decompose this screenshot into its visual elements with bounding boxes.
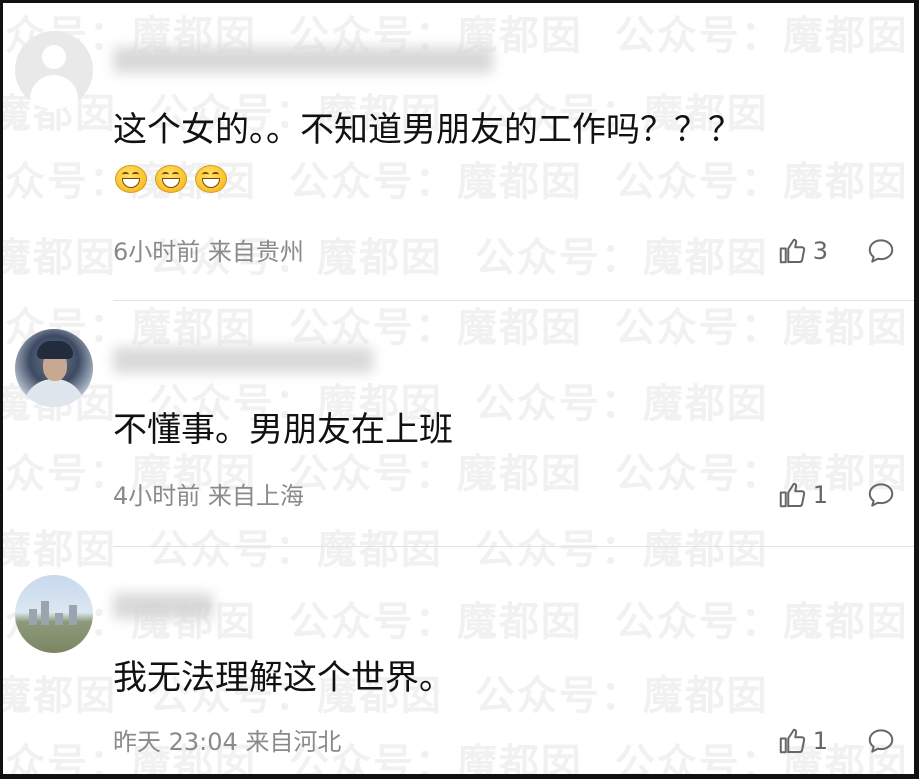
comment-meta: 4小时前 来自上海	[113, 481, 304, 511]
like-button[interactable]: 1	[777, 480, 828, 510]
comment-location: 来自上海	[207, 482, 304, 510]
comment-location: 来自河北	[245, 728, 342, 756]
comment-divider	[113, 300, 914, 301]
sweat-smile-emoji-icon: ???	[193, 159, 229, 193]
comment-location: 来自贵州	[207, 238, 304, 266]
avatar-building-shape	[29, 609, 37, 625]
like-count: 1	[812, 727, 828, 755]
avatar-head-shape	[42, 45, 66, 69]
avatar-hair-shape	[37, 341, 73, 359]
comment-divider	[113, 546, 914, 547]
like-button[interactable]: 3	[777, 236, 828, 266]
sweat-smile-emoji-icon: ???	[153, 159, 189, 193]
comment-meta: 6小时前 来自贵州	[113, 237, 304, 267]
comment-time: 6小时前	[113, 238, 201, 266]
avatar[interactable]	[15, 575, 93, 653]
comment-screenshot-frame: 公众号：魔都囡 公众号：魔都囡 公众号：魔都囡 公众号：魔都囡 公众号：魔都囡 …	[0, 0, 919, 779]
like-count: 3	[812, 237, 828, 265]
comment-actions: 1	[777, 479, 896, 511]
avatar-building-shape	[69, 605, 77, 625]
thumbs-up-icon	[779, 482, 805, 508]
comment-time: 昨天 23:04	[113, 728, 238, 756]
comment-bubble-icon[interactable]	[866, 236, 896, 266]
thumbs-up-icon	[779, 728, 805, 754]
thumbs-up-icon	[779, 238, 805, 264]
comment-text: 我无法理解这个世界。	[113, 658, 453, 698]
avatar-building-shape	[41, 601, 49, 625]
avatar-building-shape	[55, 613, 63, 625]
avatar-robe-shape	[23, 379, 85, 407]
comment-bubble-icon[interactable]	[866, 726, 896, 756]
comment-text: 这个女的。。不知道男朋友的工作吗？？？	[113, 110, 742, 150]
comment-bubble-icon[interactable]	[866, 480, 896, 510]
comment-meta: 昨天 23:04 来自河北	[113, 727, 341, 757]
username-redacted[interactable]	[113, 47, 493, 73]
comment-text: 不懂事。男朋友在上班	[113, 410, 453, 450]
avatar[interactable]	[15, 329, 93, 407]
emoji-row: ?????????	[113, 159, 233, 200]
username-redacted[interactable]	[113, 347, 373, 373]
like-count: 1	[812, 481, 828, 509]
comment-actions: 3	[777, 235, 896, 267]
watermark-text: 公众号：魔都囡 公众号：魔都囡 公众号：魔都囡	[3, 305, 909, 351]
like-button[interactable]: 1	[777, 726, 828, 756]
comment-actions: 1	[777, 725, 896, 757]
comment-time: 4小时前	[113, 482, 201, 510]
avatar-shoulders-shape	[30, 75, 78, 109]
username-redacted[interactable]	[113, 593, 213, 619]
avatar[interactable]	[15, 31, 93, 109]
sweat-smile-emoji-icon: ???	[113, 159, 149, 193]
